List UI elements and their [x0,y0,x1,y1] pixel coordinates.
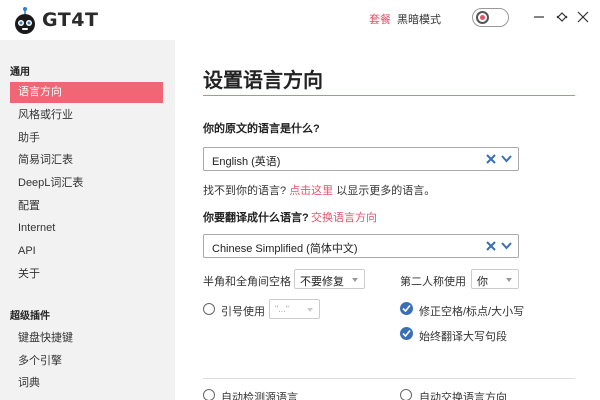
auto-swap-label: 自动交换语言方向 [419,392,507,400]
restore-icon[interactable] [553,8,571,26]
source-language-question: 你的原文的语言是什么? [203,123,320,135]
sidebar-item-deepl-glossary[interactable]: DeepL词汇表 [10,173,163,194]
sidebar-section-general: 通用 [10,67,30,78]
source-language-select[interactable]: English (英语) [203,147,519,171]
title-bar: GT4T 套餐 黑暗模式 [0,0,600,40]
dark-mode-toggle[interactable] [472,8,509,27]
sidebar-item-config[interactable]: 配置 [10,196,163,217]
quote-usage-select[interactable]: "..." [269,299,320,319]
clear-icon[interactable] [486,240,496,252]
fix-spacing-checkbox[interactable] [400,302,413,315]
sidebar-item-style[interactable]: 风格或行业 [10,105,163,126]
page-title: 设置语言方向 [203,70,323,92]
sidebar-item-shortcuts[interactable]: 键盘快捷键 [10,328,163,349]
caret-down-icon [506,278,512,282]
title-divider [203,95,575,96]
section-divider [203,378,575,379]
caret-down-icon [352,278,358,282]
toggle-knob [476,11,489,24]
chevron-down-icon[interactable] [500,152,513,166]
hint-prefix: 找不到你的语言? [203,185,287,197]
check-icon [402,329,411,338]
space-value: 不要修复 [300,276,344,288]
translate-caps-label: 始终翻译大写句段 [419,331,507,343]
sidebar-section-super-plugins: 超级插件 [10,311,50,322]
source-language-value: English (英语) [212,156,281,168]
sidebar-item-multi-engine[interactable]: 多个引擎 [10,351,163,372]
sidebar-item-api[interactable]: API [10,241,163,262]
second-person-label: 第二人称使用 [400,276,466,288]
auto-detect-radio[interactable] [203,389,215,400]
sidebar: 通用 语言方向 风格或行业 助手 简易词汇表 DeepL词汇表 配置 Inter… [0,40,175,400]
sidebar-item-dictionary[interactable]: 词典 [10,373,163,394]
close-icon[interactable] [574,8,592,26]
target-language-question: 你要翻译成什么语言? [203,212,309,224]
package-link[interactable]: 套餐 [369,11,391,27]
sidebar-item-about[interactable]: 关于 [10,264,163,285]
translate-caps-checkbox[interactable] [400,327,413,340]
minimize-icon[interactable] [530,8,548,26]
space-label: 半角和全角间空格 [203,276,291,288]
auto-detect-label: 自动检测源语言 [221,392,298,400]
dark-mode-label: 黑暗模式 [397,14,441,26]
check-icon [402,304,411,313]
sidebar-item-language-direction[interactable]: 语言方向 [10,82,163,103]
target-language-select[interactable]: Chinese Simplified (简体中文) [203,234,519,258]
clear-icon[interactable] [486,153,496,165]
space-select[interactable]: 不要修复 [294,269,365,289]
quote-usage-radio[interactable] [203,303,215,315]
sidebar-item-assistant[interactable]: 助手 [10,128,163,149]
fix-spacing-label: 修正空格/标点/大小写 [419,306,525,318]
quote-usage-label: 引号使用 [221,306,265,318]
sidebar-item-internet[interactable]: Internet [10,218,163,239]
source-hint-text: 找不到你的语言? 点击这里 以显示更多的语言。 [203,182,435,198]
app-title: GT4T [42,9,99,31]
swap-direction-link[interactable]: 交换语言方向 [311,209,377,225]
second-person-value: 你 [477,276,488,288]
auto-swap-radio[interactable] [400,389,412,400]
show-more-languages-link[interactable]: 点击这里 [289,185,333,197]
second-person-select[interactable]: 你 [471,269,519,289]
main-panel: 设置语言方向 你的原文的语言是什么? English (英语) 找不到你的语言?… [175,40,600,400]
caret-down-icon [307,308,313,312]
target-language-value: Chinese Simplified (简体中文) [212,243,358,255]
robot-logo-icon [15,7,35,34]
quote-usage-value: "..." [275,304,289,314]
hint-suffix: 以显示更多的语言。 [336,185,436,197]
sidebar-item-glossary[interactable]: 简易词汇表 [10,150,163,171]
chevron-down-icon[interactable] [500,239,513,253]
